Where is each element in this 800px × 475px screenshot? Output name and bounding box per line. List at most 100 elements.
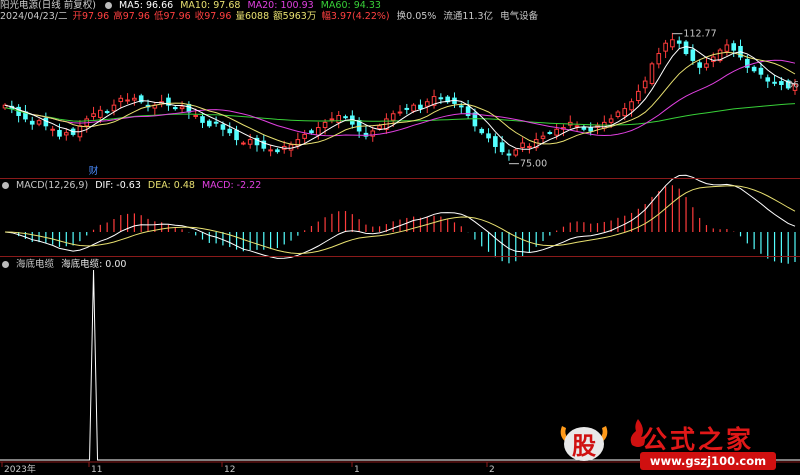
- candle-body: [458, 105, 464, 108]
- info-volume: 量6088: [235, 11, 270, 22]
- candle-body: [343, 116, 348, 119]
- candle-body: [404, 107, 410, 110]
- candle-body: [486, 133, 491, 139]
- info-turnover: 换0.05%: [396, 11, 437, 22]
- candle-body: [690, 49, 696, 61]
- candle-body: [527, 145, 532, 148]
- candle-body: [329, 118, 335, 121]
- candle-body: [111, 104, 117, 112]
- candle-body: [186, 103, 192, 113]
- candle-body: [36, 120, 42, 125]
- candle-body: [132, 97, 137, 101]
- candle-body: [336, 114, 342, 124]
- candle-body: [213, 121, 219, 124]
- candle-body: [424, 101, 430, 107]
- ma5-line: [4, 46, 796, 150]
- candle-body: [520, 142, 525, 148]
- right-price-annotation: 06: [788, 81, 800, 91]
- candle-body: [731, 43, 737, 51]
- panel-separator-1: [0, 178, 800, 179]
- candle-body: [390, 113, 396, 121]
- candle-body: [91, 113, 96, 118]
- candle-body: [104, 111, 110, 114]
- x-axis-label: 12: [224, 465, 235, 475]
- candle-body: [207, 120, 212, 127]
- candle-body: [302, 133, 307, 139]
- candle-body: [50, 128, 55, 131]
- candle-body: [629, 101, 634, 111]
- info-line: 2024/04/23/二 开97.96 高97.96 低97.96 收97.96…: [0, 11, 542, 23]
- candle-body: [234, 129, 239, 141]
- candle-body: [656, 53, 662, 65]
- indicator-name: 海底电缆: [16, 259, 55, 270]
- candle-body: [479, 128, 485, 134]
- candle-body: [193, 114, 198, 117]
- candle-body: [547, 132, 553, 135]
- candle-body: [465, 106, 471, 116]
- candle-body: [676, 40, 682, 44]
- candle-body: [649, 63, 655, 84]
- watermark-title: 公式之家: [642, 425, 755, 454]
- macd-dif: DIF: -0.63: [95, 180, 141, 191]
- bull-logo-icon: 股: [560, 426, 608, 461]
- candle-body: [241, 142, 246, 145]
- settings-circle-icon[interactable]: [104, 2, 112, 9]
- watermark-logo: 股: [556, 418, 612, 464]
- x-axis-label: 1: [354, 465, 360, 475]
- x-axis-label: 11: [91, 465, 102, 475]
- candle-body: [315, 127, 321, 136]
- info-low: 低97.96: [153, 11, 191, 22]
- candle-body: [43, 117, 49, 127]
- macd-settings-icon[interactable]: [2, 182, 9, 189]
- candle-body: [758, 67, 764, 75]
- info-change: 幅3.97(4.22%): [321, 11, 390, 22]
- candle-body: [751, 66, 757, 72]
- candle-body: [554, 128, 559, 136]
- candle-body: [663, 42, 668, 52]
- watermark-url[interactable]: www.gszj100.com: [640, 452, 776, 470]
- candle-body: [636, 90, 641, 102]
- candle-body: [513, 149, 519, 156]
- candle-body: [499, 142, 505, 153]
- macd-header: MACD(12,26,9) DIF: -0.63 DEA: 0.48 MACD:…: [0, 180, 265, 192]
- candle-body: [670, 39, 675, 48]
- macd-name: MACD(12,26,9): [16, 180, 89, 191]
- candle-body: [683, 41, 689, 55]
- x-axis-label: 2023年: [4, 463, 36, 475]
- info-sector: 电气设备: [500, 11, 539, 22]
- candle-body: [118, 97, 124, 103]
- info-high: 高97.96: [113, 11, 150, 22]
- info-close: 收97.96: [194, 11, 232, 22]
- candle-body: [438, 97, 444, 100]
- candle-body: [615, 111, 621, 118]
- ma5-label: MA5: 96.66: [119, 0, 174, 11]
- info-date: 2024/04/23/二: [0, 11, 68, 22]
- candle-body: [29, 120, 35, 125]
- candle-body: [98, 109, 103, 118]
- candle-body: [57, 129, 62, 137]
- candle-body: [697, 62, 702, 68]
- candle-body: [622, 108, 628, 117]
- x-axis-label: 2: [489, 465, 495, 475]
- candle-body: [588, 127, 593, 132]
- ma20-line: [4, 59, 796, 137]
- indicator-settings-icon[interactable]: [2, 261, 9, 268]
- candle-body: [574, 125, 580, 128]
- candle-body: [172, 107, 178, 110]
- candle-body: [779, 81, 784, 86]
- price-chart[interactable]: 112.7775.0006财2023年 11 12 1 2: [0, 0, 800, 475]
- candle-body: [275, 149, 280, 153]
- watermark-logo-glyph: 股: [572, 432, 596, 460]
- info-open: 开97.96: [72, 11, 110, 22]
- candle-body: [247, 139, 253, 145]
- candle-body: [179, 106, 185, 110]
- candle-body: [472, 112, 478, 127]
- candle-body: [377, 125, 382, 130]
- candle-body: [506, 153, 512, 156]
- candle-body: [724, 44, 730, 52]
- low-annotation: 75.00: [520, 159, 547, 170]
- candle-body: [397, 111, 403, 114]
- candle-body: [772, 81, 777, 84]
- info-amount: 额5963万: [273, 11, 317, 22]
- indicator-value: 海底电缆: 0.00: [61, 259, 127, 270]
